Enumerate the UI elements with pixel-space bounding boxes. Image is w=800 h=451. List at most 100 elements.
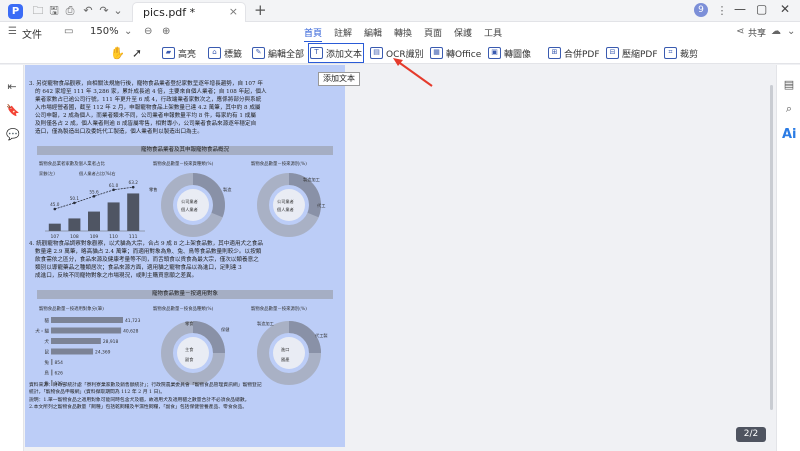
crop-icon: ⌗ bbox=[664, 47, 677, 59]
chart-1-data-label: 63.2 bbox=[129, 180, 139, 185]
title-bar: P 🗀 🖫 ⎙ ↶ ↷ ⌄ pics.pdf * × + 9 ⋮ — ▢ ✕ bbox=[0, 0, 800, 22]
chart-2-label-1: 公司業者 bbox=[181, 199, 198, 204]
paragraph-3-line-4: 入市場經營者國，截至 112 年 2 月，申報寵物食品上架數量已達 4.2 萬筆… bbox=[35, 105, 261, 111]
menu-dots-icon[interactable]: ⋮ bbox=[714, 3, 730, 19]
chart-2-label-3: 零售 bbox=[149, 187, 158, 192]
print-icon[interactable]: ⎙ bbox=[62, 3, 78, 19]
chart-1-bar bbox=[88, 211, 100, 231]
close-window-button[interactable]: ✕ bbox=[780, 2, 790, 16]
folder-icon[interactable]: 🗀 bbox=[30, 3, 46, 19]
zoom-chevron-icon[interactable]: ⌄ bbox=[124, 26, 132, 37]
notification-badge[interactable]: 9 bbox=[694, 3, 708, 17]
tag-button[interactable]: ⌂ 標籤 bbox=[208, 45, 242, 61]
paragraph-4-line-1: 4. 統觀寵物食品調察對象觀察，以犬貓為大宗，合占 9 成 8 之上架食品數，其… bbox=[29, 241, 263, 247]
dropdown-chevron-icon[interactable]: ⌄ bbox=[110, 3, 126, 19]
zoom-in-icon[interactable]: ⊕ bbox=[162, 26, 170, 37]
vertical-scrollbar[interactable] bbox=[770, 85, 773, 410]
chart-4-category-label: 鼠 bbox=[44, 349, 49, 356]
chart-5-label-2: 副食 bbox=[185, 357, 194, 362]
crop-label: 裁剪 bbox=[680, 49, 699, 60]
crop-button[interactable]: ⌗ 裁剪 bbox=[664, 45, 698, 61]
tab-annotate[interactable]: 註解 bbox=[334, 26, 352, 39]
minimize-button[interactable]: — bbox=[734, 2, 746, 16]
tab-edit[interactable]: 編輯 bbox=[364, 26, 382, 39]
pdf-page[interactable]: 3. 另從寵物食品觀察，自相關法規施行後，寵物食品業者登記家數呈逐年增長趨勢，自… bbox=[25, 65, 345, 447]
ai-assistant-icon[interactable]: Ai bbox=[782, 127, 797, 142]
compress-pdf-button[interactable]: ⊟ 壓縮PDF bbox=[606, 45, 658, 61]
tab-home[interactable]: 首頁 bbox=[304, 26, 323, 43]
add-text-label: 添加文本 bbox=[326, 49, 363, 60]
ocr-label: OCR識別 bbox=[386, 49, 424, 60]
merge-pdf-label: 合併PDF bbox=[564, 49, 600, 60]
tab-protect[interactable]: 保護 bbox=[454, 26, 472, 39]
file-menu[interactable]: 文件 bbox=[22, 26, 42, 41]
chart-6-label-2: 國產 bbox=[281, 357, 290, 362]
chart-6-donut-center bbox=[273, 337, 305, 369]
tab-convert[interactable]: 轉換 bbox=[394, 26, 412, 39]
app-logo-icon: P bbox=[8, 4, 23, 19]
more-chevron-icon[interactable]: ⌄ bbox=[787, 26, 795, 37]
search-icon[interactable]: ⌕ bbox=[783, 103, 795, 115]
chart-3-donut-center bbox=[273, 189, 305, 221]
chart-4-data-label: 40,628 bbox=[123, 329, 139, 335]
collapse-panel-icon[interactable]: ⇤ bbox=[6, 81, 18, 93]
chart-1-bar bbox=[127, 193, 140, 231]
chart-4-category-label: 貓 bbox=[44, 317, 49, 324]
zoom-level[interactable]: 150% bbox=[90, 26, 119, 37]
hand-tool-icon[interactable]: ✋ bbox=[110, 45, 125, 61]
share-icon[interactable]: ⋖ bbox=[736, 26, 744, 37]
ocr-button[interactable]: ▤ OCR識別 bbox=[370, 45, 424, 61]
properties-icon[interactable]: ▤ bbox=[783, 79, 795, 91]
chart-1-tick-label: 110 bbox=[109, 234, 118, 240]
comment-icon[interactable]: 💬 bbox=[6, 129, 20, 141]
save-icon[interactable]: 🖫 bbox=[46, 3, 62, 19]
chart-6-label-4: 代工製 bbox=[315, 333, 328, 338]
bookmark-icon[interactable]: 🔖 bbox=[6, 105, 20, 117]
edit-all-label: 編輯全部 bbox=[268, 49, 305, 60]
chart-4-bar bbox=[51, 369, 53, 376]
zoom-out-icon[interactable]: ⊖ bbox=[144, 26, 152, 37]
tab-tools[interactable]: 工具 bbox=[484, 26, 502, 39]
chart-4-data-label: 854 bbox=[55, 360, 64, 366]
chart-1-tick-label: 107 bbox=[51, 234, 60, 240]
share-button[interactable]: 共享 bbox=[748, 26, 766, 39]
page-indicator[interactable]: 2/2 bbox=[736, 427, 766, 442]
to-image-button[interactable]: ▣ 轉圖像 bbox=[488, 45, 531, 61]
select-tool-icon[interactable]: ➚ bbox=[132, 45, 142, 61]
chart-4-bar bbox=[51, 359, 53, 365]
footnote-line-2: 統計，「寵物食品申報網」(資料擷取期間為 112 年 2 月 1 日)。 bbox=[29, 390, 166, 395]
cloud-icon[interactable]: ☁ bbox=[771, 26, 781, 37]
paragraph-3-line-5: 公司申報，2 成為個人，而業者類未不同，公司業者申報數量平均 8 件，每家約有 … bbox=[35, 113, 256, 119]
undo-icon[interactable]: ↶ bbox=[80, 3, 96, 19]
paragraph-4-line-3: 飲食需依之區分，食品來源及健康考量等不同，而舌頭食以貨食為最大宗，僅次以類養意之 bbox=[35, 257, 259, 263]
chart-3-label-4: 代工 bbox=[317, 203, 326, 208]
compress-pdf-label: 壓縮PDF bbox=[622, 49, 658, 60]
highlight-button[interactable]: ▰ 高亮 bbox=[162, 45, 196, 61]
document-tab[interactable]: pics.pdf * × bbox=[132, 2, 246, 22]
new-tab-icon[interactable]: + bbox=[254, 1, 267, 19]
right-sidebar: ▤ ⌕ Ai bbox=[776, 65, 800, 451]
page-layout-icon[interactable]: ▭ bbox=[64, 26, 73, 37]
chart-1-title: 寵物食品業者家數及個人業者占比 bbox=[39, 162, 105, 167]
maximize-button[interactable]: ▢ bbox=[756, 2, 767, 16]
chart-4-category-label: 鳥 bbox=[44, 370, 49, 377]
chart-4-data-label: 626 bbox=[55, 371, 64, 377]
chart-4-data-label: 24,369 bbox=[95, 350, 111, 356]
edit-all-button[interactable]: ✎ 編輯全部 bbox=[252, 45, 304, 61]
chart-4-title: 寵物食品數量－按適用對象分(筆) bbox=[39, 307, 104, 312]
to-office-button[interactable]: ▦ 轉Office bbox=[430, 45, 481, 61]
footnote-line-1: 資料來源：財政部統計處「寮利寮業家數及銷售額統計」；行政院農業委員會「寵物食品管… bbox=[29, 383, 262, 388]
left-sidebar: ⇤ 🔖 💬 bbox=[0, 65, 24, 451]
tab-page[interactable]: 頁面 bbox=[424, 26, 442, 39]
close-tab-icon[interactable]: × bbox=[229, 5, 238, 18]
chart-1-bar-line: 107 45.0 108 50.1 109 55.6 110 61.0 111 63.2 bbox=[45, 180, 145, 240]
chart-1-tick-label: 109 bbox=[90, 234, 99, 240]
chart-4-data-label: 28,918 bbox=[103, 339, 119, 345]
chart-6-label-1: 進口 bbox=[281, 347, 290, 352]
highlight-label: 高亮 bbox=[178, 49, 197, 60]
merge-pdf-button[interactable]: ⊞ 合併PDF bbox=[548, 45, 600, 61]
chart-4-category-label: 犬 bbox=[44, 338, 49, 345]
hamburger-icon[interactable]: ☰ bbox=[8, 26, 17, 37]
add-text-button[interactable]: T 添加文本 bbox=[307, 43, 365, 63]
chart-4-bar bbox=[51, 348, 94, 355]
